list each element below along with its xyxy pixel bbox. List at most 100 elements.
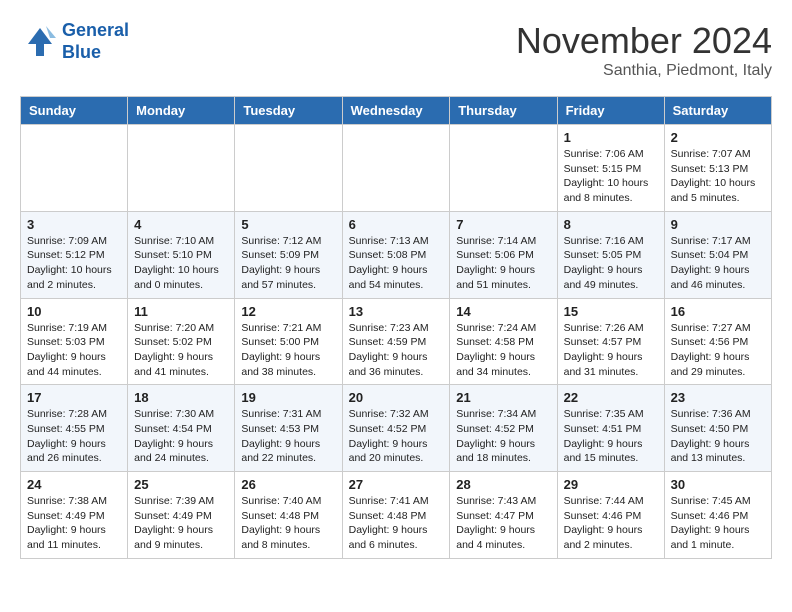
day-number: 25 xyxy=(134,477,228,492)
day-number: 22 xyxy=(564,390,658,405)
calendar-cell xyxy=(128,125,235,212)
day-info-line: Sunset: 5:06 PM xyxy=(456,248,550,263)
calendar-header-wednesday: Wednesday xyxy=(342,97,450,125)
calendar-cell: 26Sunrise: 7:40 AMSunset: 4:48 PMDayligh… xyxy=(235,472,342,559)
day-number: 19 xyxy=(241,390,335,405)
logo-icon xyxy=(20,24,56,60)
calendar-header-friday: Friday xyxy=(557,97,664,125)
calendar-cell: 22Sunrise: 7:35 AMSunset: 4:51 PMDayligh… xyxy=(557,385,664,472)
day-info-line: Sunset: 4:56 PM xyxy=(671,335,765,350)
day-info-line: Sunrise: 7:20 AM xyxy=(134,321,228,336)
day-info-line: and 41 minutes. xyxy=(134,365,228,380)
day-info-line: Sunset: 5:08 PM xyxy=(349,248,444,263)
day-number: 1 xyxy=(564,130,658,145)
calendar-cell: 21Sunrise: 7:34 AMSunset: 4:52 PMDayligh… xyxy=(450,385,557,472)
day-info-line: and 20 minutes. xyxy=(349,451,444,466)
calendar-table: SundayMondayTuesdayWednesdayThursdayFrid… xyxy=(20,96,772,559)
day-info-line: Daylight: 9 hours xyxy=(349,350,444,365)
day-info-line: and 31 minutes. xyxy=(564,365,658,380)
day-info-line: Sunrise: 7:19 AM xyxy=(27,321,121,336)
day-info-line: Sunset: 4:57 PM xyxy=(564,335,658,350)
day-info-line: Sunset: 5:13 PM xyxy=(671,162,765,177)
day-info-line: Daylight: 9 hours xyxy=(456,437,550,452)
day-info-line: Sunrise: 7:45 AM xyxy=(671,494,765,509)
day-info-line: Sunset: 4:59 PM xyxy=(349,335,444,350)
day-info-line: and 2 minutes. xyxy=(564,538,658,553)
calendar-cell: 13Sunrise: 7:23 AMSunset: 4:59 PMDayligh… xyxy=(342,298,450,385)
day-info-line: and 9 minutes. xyxy=(134,538,228,553)
day-info-line: Sunrise: 7:26 AM xyxy=(564,321,658,336)
calendar-header-sunday: Sunday xyxy=(21,97,128,125)
day-info-line: and 29 minutes. xyxy=(671,365,765,380)
calendar-cell xyxy=(235,125,342,212)
day-info-line: Sunrise: 7:27 AM xyxy=(671,321,765,336)
day-number: 5 xyxy=(241,217,335,232)
day-info-line: Sunset: 4:49 PM xyxy=(27,509,121,524)
day-info-line: and 13 minutes. xyxy=(671,451,765,466)
day-info-line: Sunrise: 7:17 AM xyxy=(671,234,765,249)
calendar-cell: 8Sunrise: 7:16 AMSunset: 5:05 PMDaylight… xyxy=(557,211,664,298)
calendar-cell: 28Sunrise: 7:43 AMSunset: 4:47 PMDayligh… xyxy=(450,472,557,559)
day-info-line: and 8 minutes. xyxy=(241,538,335,553)
day-info-line: Sunset: 5:03 PM xyxy=(27,335,121,350)
calendar-cell: 3Sunrise: 7:09 AMSunset: 5:12 PMDaylight… xyxy=(21,211,128,298)
day-info-line: Sunset: 4:46 PM xyxy=(564,509,658,524)
day-info-line: Daylight: 9 hours xyxy=(134,523,228,538)
day-info-line: and 54 minutes. xyxy=(349,278,444,293)
calendar-cell: 1Sunrise: 7:06 AMSunset: 5:15 PMDaylight… xyxy=(557,125,664,212)
calendar-week-3: 10Sunrise: 7:19 AMSunset: 5:03 PMDayligh… xyxy=(21,298,772,385)
day-info-line: Daylight: 9 hours xyxy=(241,523,335,538)
day-info-line: and 46 minutes. xyxy=(671,278,765,293)
day-info-line: and 57 minutes. xyxy=(241,278,335,293)
day-info-line: Sunrise: 7:12 AM xyxy=(241,234,335,249)
day-info-line: Sunrise: 7:06 AM xyxy=(564,147,658,162)
day-info-line: Sunrise: 7:34 AM xyxy=(456,407,550,422)
day-info-line: Sunset: 5:00 PM xyxy=(241,335,335,350)
day-info-line: Sunset: 4:47 PM xyxy=(456,509,550,524)
calendar-header-row: SundayMondayTuesdayWednesdayThursdayFrid… xyxy=(21,97,772,125)
day-info-line: Daylight: 9 hours xyxy=(27,350,121,365)
day-info-line: Sunrise: 7:43 AM xyxy=(456,494,550,509)
day-info-line: Sunset: 4:52 PM xyxy=(349,422,444,437)
day-info-line: Sunrise: 7:28 AM xyxy=(27,407,121,422)
day-info-line: Daylight: 9 hours xyxy=(241,263,335,278)
day-number: 8 xyxy=(564,217,658,232)
calendar-cell: 23Sunrise: 7:36 AMSunset: 4:50 PMDayligh… xyxy=(664,385,771,472)
day-info-line: Sunrise: 7:07 AM xyxy=(671,147,765,162)
day-info-line: Sunset: 4:48 PM xyxy=(241,509,335,524)
day-info-line: Sunrise: 7:13 AM xyxy=(349,234,444,249)
day-number: 27 xyxy=(349,477,444,492)
day-info-line: Sunset: 5:10 PM xyxy=(134,248,228,263)
day-info-line: Sunrise: 7:23 AM xyxy=(349,321,444,336)
day-info-line: Daylight: 9 hours xyxy=(564,437,658,452)
calendar-cell: 12Sunrise: 7:21 AMSunset: 5:00 PMDayligh… xyxy=(235,298,342,385)
day-info-line: Sunrise: 7:14 AM xyxy=(456,234,550,249)
day-info-line: and 2 minutes. xyxy=(27,278,121,293)
day-info-line: Daylight: 9 hours xyxy=(671,263,765,278)
day-info-line: and 8 minutes. xyxy=(564,191,658,206)
day-info-line: and 1 minute. xyxy=(671,538,765,553)
logo-line1: General xyxy=(62,20,129,40)
calendar-cell: 7Sunrise: 7:14 AMSunset: 5:06 PMDaylight… xyxy=(450,211,557,298)
month-title: November 2024 xyxy=(516,20,772,62)
calendar-cell xyxy=(342,125,450,212)
day-number: 6 xyxy=(349,217,444,232)
day-number: 14 xyxy=(456,304,550,319)
day-info-line: Daylight: 9 hours xyxy=(349,263,444,278)
day-info-line: and 38 minutes. xyxy=(241,365,335,380)
day-info-line: Sunset: 5:05 PM xyxy=(564,248,658,263)
day-info-line: and 6 minutes. xyxy=(349,538,444,553)
day-number: 4 xyxy=(134,217,228,232)
calendar-cell: 25Sunrise: 7:39 AMSunset: 4:49 PMDayligh… xyxy=(128,472,235,559)
calendar-cell: 17Sunrise: 7:28 AMSunset: 4:55 PMDayligh… xyxy=(21,385,128,472)
day-number: 2 xyxy=(671,130,765,145)
calendar-cell: 19Sunrise: 7:31 AMSunset: 4:53 PMDayligh… xyxy=(235,385,342,472)
day-info-line: and 11 minutes. xyxy=(27,538,121,553)
day-info-line: Daylight: 9 hours xyxy=(349,523,444,538)
day-info-line: and 0 minutes. xyxy=(134,278,228,293)
day-number: 24 xyxy=(27,477,121,492)
calendar-header-tuesday: Tuesday xyxy=(235,97,342,125)
page-header: General Blue November 2024 Santhia, Pied… xyxy=(20,20,772,80)
calendar-cell: 15Sunrise: 7:26 AMSunset: 4:57 PMDayligh… xyxy=(557,298,664,385)
day-info-line: Sunset: 4:49 PM xyxy=(134,509,228,524)
